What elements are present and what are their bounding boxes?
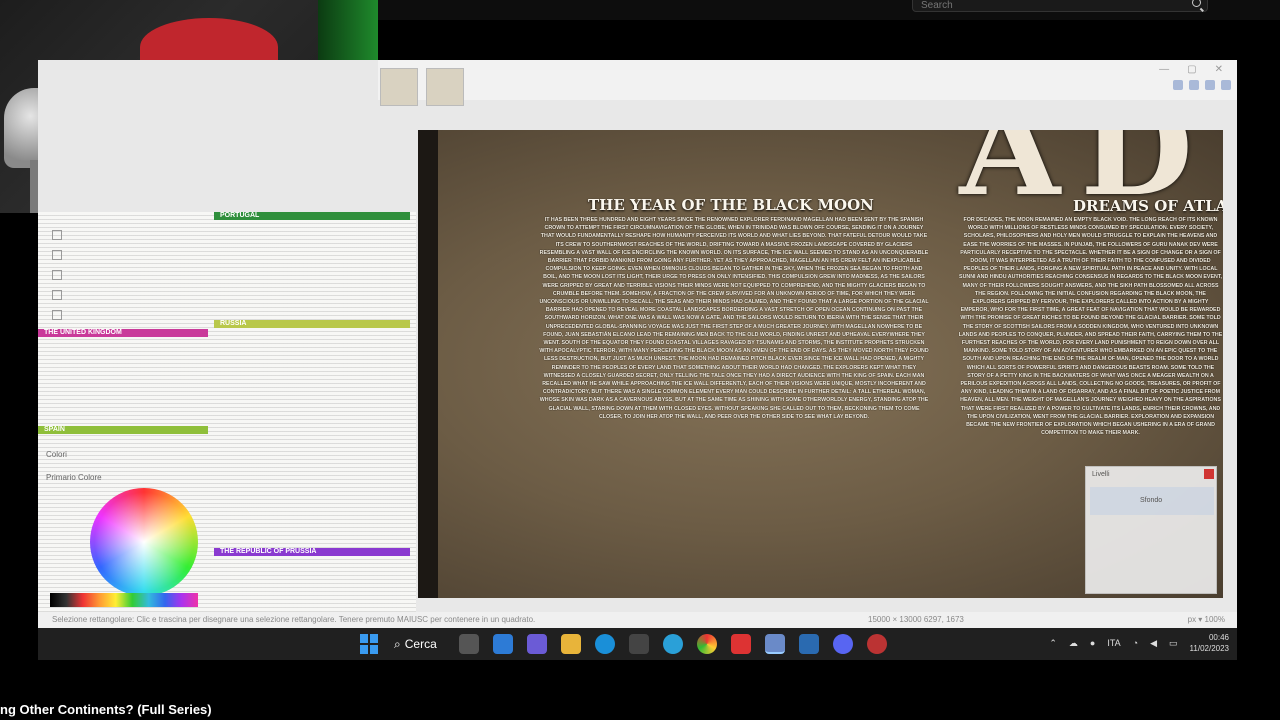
brush-tool-icon[interactable] — [52, 250, 62, 260]
layer-name: Sfondo — [1140, 497, 1163, 504]
select-tool-icon[interactable] — [52, 230, 62, 240]
wifi-icon[interactable]: ◔ — [1133, 638, 1138, 648]
layers-close-icon[interactable] — [1204, 469, 1214, 479]
paint-app-icon[interactable] — [764, 634, 785, 654]
photos-app-icon[interactable] — [798, 634, 819, 654]
undo-icon[interactable] — [1173, 80, 1183, 90]
obs-icon[interactable] — [866, 634, 887, 654]
task-view-icon[interactable] — [458, 634, 479, 654]
maximize-icon[interactable]: ▢ — [1187, 64, 1196, 75]
acrobat-icon[interactable] — [730, 634, 751, 654]
color-panel-title: Colori — [46, 450, 67, 459]
cloud-icon[interactable]: ☁ — [1069, 638, 1078, 649]
help-icon[interactable] — [1221, 80, 1231, 90]
store-icon[interactable] — [628, 634, 649, 654]
zoom-tool-icon[interactable] — [52, 310, 62, 320]
discord-icon[interactable] — [832, 634, 853, 654]
image-size-coords: 15000 × 13000 6297, 1673 — [868, 615, 964, 624]
editor-toolbar-icons — [1173, 80, 1231, 90]
taskbar-search-button[interactable]: ⌕ Cerca — [394, 637, 437, 652]
clock-time: 00:46 — [1208, 633, 1229, 642]
left-column-body: It has been three hundred and eight year… — [539, 217, 929, 420]
text-tool-icon[interactable] — [52, 290, 62, 300]
taskbar-icons: ⌕ Cerca — [360, 634, 887, 654]
left-column-title: THE YEAR OF THE BLACK MOON — [588, 196, 874, 214]
taskbar-search-icon: ⌕ — [394, 636, 401, 651]
close-icon[interactable]: ✕ — [1215, 64, 1223, 75]
battery-icon[interactable]: ▭ — [1169, 638, 1178, 649]
editor-titlebar: — ▢ ✕ — [378, 60, 1237, 106]
layers-panel: Livelli Sfondo — [1085, 466, 1217, 594]
color-wheel[interactable] — [90, 488, 198, 596]
doc-band-label: THE REPUBLIC OF PRUSSIA — [220, 548, 317, 555]
system-tray: ⌃ ☁ ● ITA ◔ ◀ ▭ 00:46 11/02/2023 — [1049, 632, 1229, 654]
edge-browser-icon[interactable] — [594, 634, 615, 654]
file-explorer-icon[interactable] — [560, 634, 581, 654]
doc-band-label: SPAIN — [44, 426, 65, 433]
settings-icon[interactable] — [1205, 80, 1215, 90]
taskbar-search-label: Cerca — [404, 637, 437, 651]
color-swatches[interactable] — [50, 593, 198, 607]
reference-document: PORTUGAL THE UNITED KINGDOM RUSSIA SPAIN… — [38, 212, 416, 632]
doc-band-label: RUSSIA — [220, 320, 247, 327]
clock[interactable]: 00:46 11/02/2023 — [1190, 632, 1229, 654]
eraser-tool-icon[interactable] — [52, 270, 62, 280]
mic-tray-icon[interactable]: ● — [1090, 638, 1095, 648]
video-title-caption: ng Other Continents? (Full Series) — [0, 702, 212, 717]
image-tab-thumbnail-2[interactable] — [426, 68, 464, 106]
color-panel-header: Colori Primario Colore — [46, 450, 206, 482]
top-bar — [378, 0, 1280, 20]
windows-start-icon[interactable] — [360, 634, 380, 654]
layer-row[interactable]: Sfondo — [1090, 487, 1214, 515]
doc-band-portugal: PORTUGAL — [214, 212, 410, 220]
zoom-level[interactable]: px ▾ 100% — [1188, 612, 1225, 628]
document-text-lines — [38, 212, 416, 632]
clock-date: 11/02/2023 — [1189, 644, 1229, 653]
search-input[interactable] — [913, 0, 1173, 14]
minimize-icon[interactable]: — — [1159, 64, 1169, 75]
color-panel-tabs[interactable]: Primario Colore — [46, 473, 206, 482]
windows-taskbar: ⌕ Cerca ⌃ ☁ ● ITA ◔ ◀ ▭ 00:46 11/02/2023 — [38, 628, 1237, 660]
doc-band-spain: SPAIN — [38, 426, 208, 434]
teams-chat-icon[interactable] — [526, 634, 547, 654]
doc-band-prussia: THE REPUBLIC OF PRUSSIA — [214, 548, 410, 556]
window-controls: — ▢ ✕ — [1159, 64, 1223, 75]
search-box[interactable] — [912, 0, 1208, 14]
doc-band-russia: RUSSIA — [214, 320, 410, 328]
help-app-icon[interactable] — [662, 634, 683, 654]
volume-icon[interactable]: ◀ — [1150, 638, 1157, 649]
search-icon[interactable] — [1192, 0, 1201, 7]
tool-palette — [38, 220, 78, 370]
right-column-title: DREAMS OF ATLAS — [1073, 197, 1223, 215]
image-canvas[interactable]: AD THE YEAR OF THE BLACK MOON It has bee… — [418, 130, 1223, 598]
chrome-icon[interactable] — [696, 634, 717, 654]
widgets-icon[interactable] — [492, 634, 513, 654]
editor-status-bar: Selezione rettangolare: Clic e trascina … — [38, 612, 1237, 628]
status-hint: Selezione rettangolare: Clic e trascina … — [52, 615, 536, 624]
image-editor-window: PORTUGAL THE UNITED KINGDOM RUSSIA SPAIN… — [38, 60, 1237, 632]
layers-panel-title: Livelli — [1092, 471, 1110, 478]
tray-overflow-icon[interactable]: ⌃ — [1049, 638, 1057, 649]
redo-icon[interactable] — [1189, 80, 1199, 90]
language-indicator[interactable]: ITA — [1107, 638, 1120, 648]
image-tab-thumbnail-1[interactable] — [380, 68, 418, 106]
doc-band-label: PORTUGAL — [220, 212, 260, 219]
